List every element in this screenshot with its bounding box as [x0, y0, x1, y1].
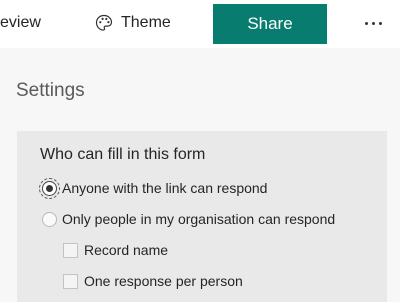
anyone-with-link-label: Anyone with the link can respond — [62, 180, 268, 196]
settings-title: Settings — [16, 80, 85, 101]
dot — [378, 21, 382, 25]
record-name-option[interactable]: Record name — [63, 242, 168, 258]
one-response-label: One response per person — [84, 273, 243, 289]
organisation-only-option[interactable]: Only people in my organisation can respo… — [42, 211, 335, 227]
dot — [371, 21, 375, 25]
theme-label: Theme — [121, 14, 171, 31]
theme-button[interactable]: Theme — [95, 10, 171, 36]
organisation-only-label: Only people in my organisation can respo… — [62, 211, 336, 227]
share-button[interactable]: Share — [213, 4, 327, 44]
anyone-with-link-radio[interactable] — [39, 177, 60, 199]
palette-icon — [95, 14, 113, 32]
anyone-with-link-option[interactable]: Anyone with the link can respond — [39, 177, 268, 199]
dot — [364, 21, 368, 25]
record-name-label: Record name — [84, 242, 169, 258]
more-options-icon[interactable] — [358, 10, 388, 36]
record-name-checkbox[interactable] — [63, 242, 78, 258]
one-response-checkbox[interactable] — [63, 273, 78, 289]
who-can-fill-panel: Who can fill in this form Anyone with th… — [17, 131, 387, 302]
organisation-only-radio[interactable] — [42, 211, 57, 227]
top-toolbar: eview Theme Share — [0, 0, 400, 48]
one-response-option[interactable]: One response per person — [63, 273, 243, 289]
preview-button[interactable]: eview — [0, 14, 41, 32]
who-can-fill-heading: Who can fill in this form — [40, 146, 206, 163]
